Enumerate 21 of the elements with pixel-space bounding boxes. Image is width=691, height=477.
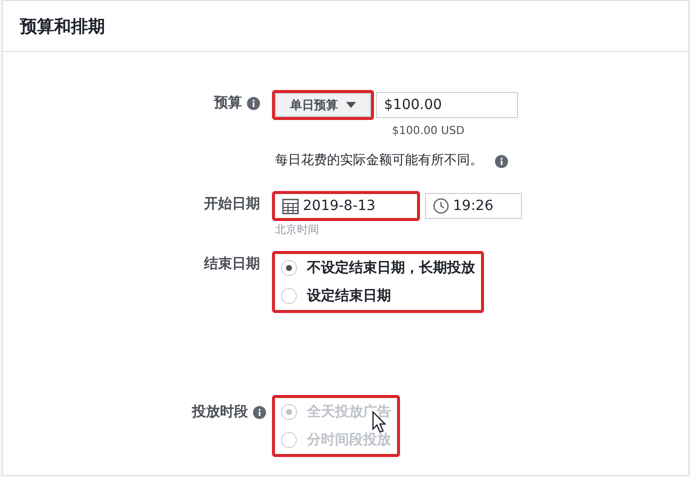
info-icon[interactable] — [495, 155, 508, 168]
clock-icon — [433, 198, 449, 214]
radio-option[interactable]: 设定结束日期 — [277, 282, 479, 310]
section-title: 预算和排期 — [3, 1, 688, 52]
radio-option[interactable]: 不设定结束日期，长期投放 — [277, 254, 479, 282]
amount-field[interactable]: $100.00 — [376, 92, 518, 118]
info-icon[interactable] — [253, 406, 266, 419]
field-label: 开始日期 — [204, 195, 260, 213]
radio-button[interactable] — [281, 288, 297, 304]
timezone-hint: 北京时间 — [275, 222, 319, 237]
field-label: 预算 — [214, 94, 242, 112]
time-field[interactable]: 19:26 — [425, 193, 522, 219]
field-label: 结束日期 — [204, 255, 260, 273]
converted-amount: $100.00 USD — [392, 124, 464, 137]
radio-button[interactable] — [281, 260, 297, 276]
info-icon[interactable] — [247, 97, 260, 110]
calendar-icon — [282, 198, 299, 214]
budget-type-dropdown[interactable]: 单日预算 — [275, 93, 371, 117]
budget-note: 每日花费的实际金额可能有所不同。 — [275, 152, 483, 169]
field-label: 投放时段 — [192, 403, 248, 421]
caret-icon — [346, 102, 356, 108]
